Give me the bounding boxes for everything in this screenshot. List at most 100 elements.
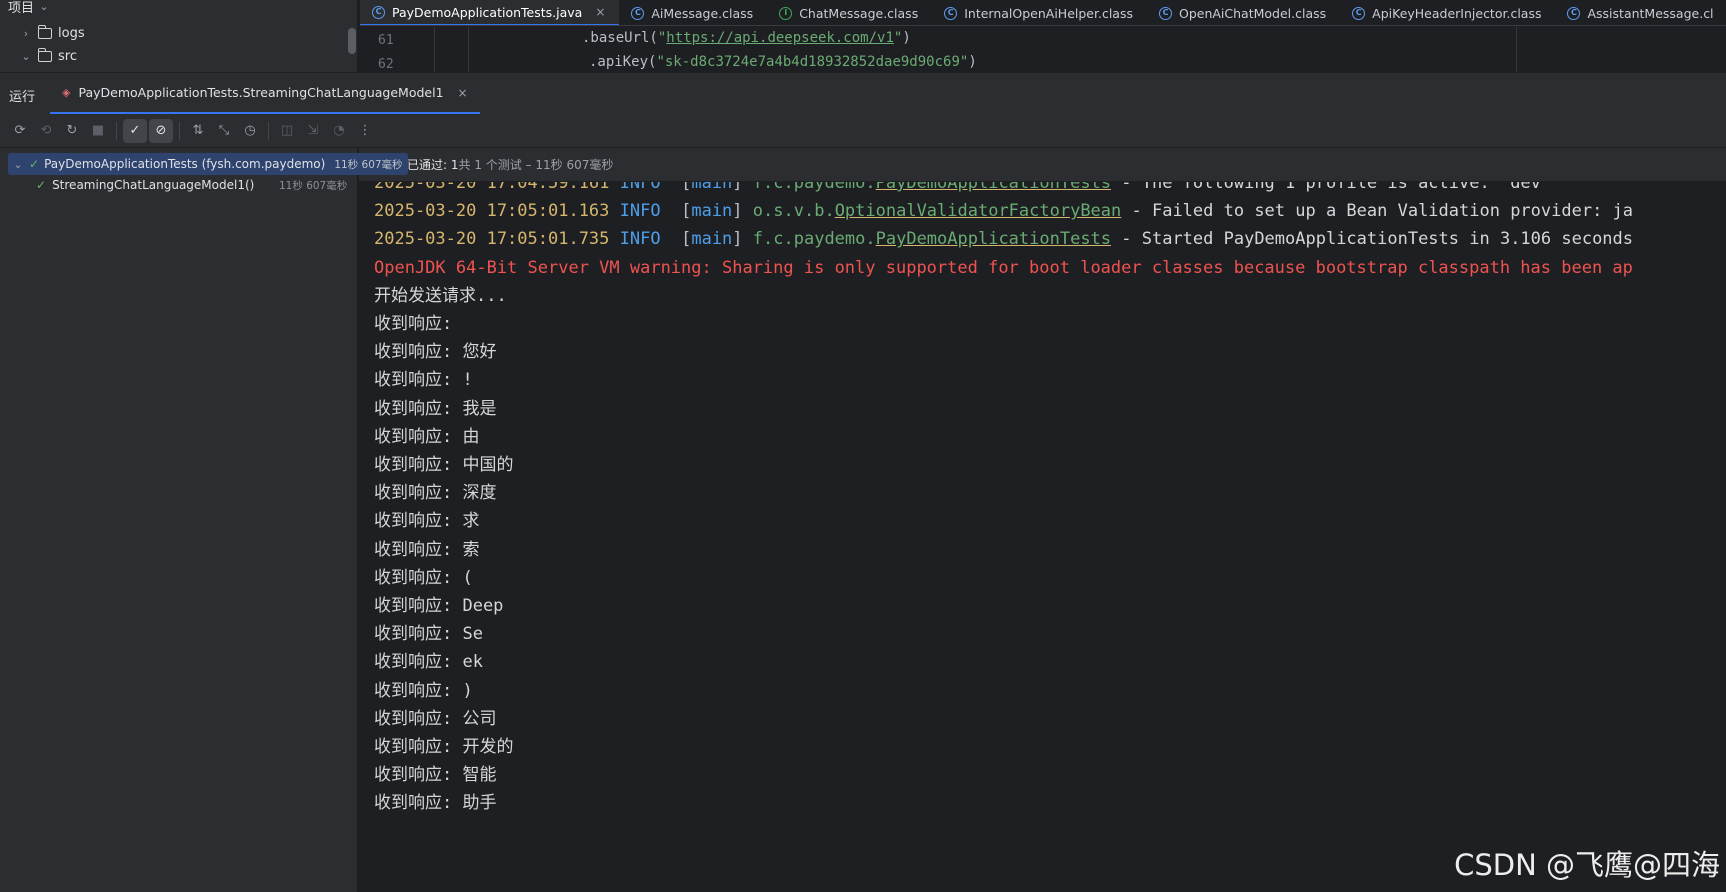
output-line: 收到响应: 您好 xyxy=(374,342,497,363)
log-level: INFO xyxy=(619,182,661,193)
more-icon[interactable]: ⋮ xyxy=(353,119,377,143)
indent-guide xyxy=(434,27,435,72)
close-icon[interactable]: × xyxy=(458,86,468,100)
collapse-icon[interactable]: ⤡ xyxy=(212,119,236,143)
chevron-down-icon: ⌄ xyxy=(39,0,49,13)
tab-paydemoapplicationtests[interactable]: C PayDemoApplicationTests.java × xyxy=(360,0,620,25)
folder-icon xyxy=(38,24,52,39)
tab-label: OpenAiChatModel.class xyxy=(1179,5,1327,21)
project-title: 项目 xyxy=(8,1,35,16)
run-window-title: 运行 xyxy=(9,90,36,105)
separator xyxy=(268,121,269,140)
code-editor[interactable]: 61 .baseUrl("https://api.deepseek.com/v1… xyxy=(360,27,1726,72)
log-class[interactable]: PayDemoApplicationTests xyxy=(876,229,1111,249)
log-level: INFO xyxy=(619,229,661,250)
code-token: .baseUrl( xyxy=(582,30,658,46)
project-panel: 项目 ⌄ › logs ⌄ src xyxy=(0,0,358,72)
tab-label: ApiKeyHeaderInjector.class xyxy=(1372,5,1542,21)
chevron-down-icon[interactable]: ⌄ xyxy=(20,50,32,63)
history-icon[interactable]: ◷ xyxy=(238,119,262,143)
close-icon[interactable]: × xyxy=(595,5,605,19)
code-line[interactable]: .baseUrl("https://api.deepseek.com/v1") xyxy=(582,30,911,46)
export-icon[interactable]: ◔ xyxy=(327,119,351,143)
run-tab[interactable]: ◈ PayDemoApplicationTests.StreamingChatL… xyxy=(50,73,480,115)
output-line: 收到响应: 索 xyxy=(374,539,480,560)
separator xyxy=(179,121,180,140)
run-tab-label: PayDemoApplicationTests.StreamingChatLan… xyxy=(78,85,444,100)
project-header[interactable]: 项目 ⌄ xyxy=(8,0,50,16)
log-class[interactable]: OptionalValidatorFactoryBean xyxy=(835,201,1122,221)
class-icon: C xyxy=(1567,6,1581,20)
log-level: INFO xyxy=(619,201,661,222)
show-ignored-icon[interactable]: ⊘ xyxy=(149,118,173,143)
output-line: 收到响应: 求 xyxy=(374,511,480,532)
output-line: 收到响应: Deep xyxy=(374,596,504,616)
output-line: 收到响应: ! xyxy=(374,370,473,391)
chevron-down-icon[interactable]: ⌄ xyxy=(12,158,24,171)
rerun-icon[interactable]: ⟳ xyxy=(8,119,32,143)
tree-item-label: src xyxy=(58,48,77,64)
output-line: 开始发送请求... xyxy=(374,285,507,306)
test-node-root[interactable]: ⌄ ✓ PayDemoApplicationTests (fysh.com.pa… xyxy=(8,153,408,175)
tab-internalopenaihelper[interactable]: C InternalOpenAiHelper.class xyxy=(932,0,1147,25)
scrollbar[interactable] xyxy=(348,28,356,54)
rerun-failed-icon[interactable]: ⟲ xyxy=(34,119,58,143)
bracket: ] xyxy=(732,182,743,193)
show-passed-icon[interactable]: ✓ xyxy=(123,118,147,143)
output-line: 收到响应: 深度 xyxy=(374,483,497,504)
test-tree: ⌄ ✓ PayDemoApplicationTests (fysh.com.pa… xyxy=(0,148,408,892)
watermark: CSDN @飞鹰@四海 xyxy=(1454,848,1720,882)
run-tool-window-header: 运行 ◈ PayDemoApplicationTests.StreamingCh… xyxy=(0,72,1726,115)
tree-item-src[interactable]: ⌄ src xyxy=(20,46,77,66)
tab-label: ChatMessage.class xyxy=(799,5,919,21)
tab-openaichatmodel[interactable]: C OpenAiChatModel.class xyxy=(1147,0,1340,25)
code-token: ) xyxy=(902,30,911,46)
test-node-child[interactable]: ✓ StreamingChatLanguageModel1() 11秒 607毫… xyxy=(36,178,347,192)
tree-item-label: logs xyxy=(58,25,85,41)
log-class[interactable]: PayDemoApplicationTests xyxy=(876,182,1111,193)
code-token: ) xyxy=(968,54,977,70)
interface-icon: I xyxy=(779,6,793,20)
bracket: ] xyxy=(732,201,743,222)
tree-item-logs[interactable]: › logs xyxy=(20,23,85,43)
top-area: 项目 ⌄ › logs ⌄ src C PayDemoApplicationTe… xyxy=(0,0,1726,72)
console-output[interactable]: 2025-03-20 17:04:59.161 INFO [main] f.c.… xyxy=(359,182,1726,892)
bracket: ] xyxy=(732,229,743,250)
log-message: - Started PayDemoApplicationTests in 3.1… xyxy=(1111,229,1634,250)
output-line: 收到响应: ek xyxy=(374,652,483,673)
stop-icon[interactable]: ■ xyxy=(86,119,110,143)
tab-label: PayDemoApplicationTests.java xyxy=(392,4,583,20)
bracket: [ xyxy=(681,201,692,222)
test-summary: 共 1 个测试 – 11秒 607毫秒 xyxy=(458,158,614,172)
tab-aimessage[interactable]: C AiMessage.class xyxy=(619,0,767,25)
chevron-right-icon[interactable]: › xyxy=(20,27,32,40)
tab-assistantmessage[interactable]: C AssistantMessage.cl xyxy=(1555,0,1726,25)
bracket: [ xyxy=(681,182,692,193)
class-icon: C xyxy=(944,6,958,20)
tab-chatmessage[interactable]: I ChatMessage.class xyxy=(767,0,932,25)
log-line: 2025-03-20 17:05:01.735 INFO [main] f.c.… xyxy=(374,224,1633,255)
screenshot-icon[interactable]: ◫ xyxy=(275,119,299,143)
code-line[interactable]: .apiKey("sk-d8c3724e7a4b4d18932852dae9d9… xyxy=(589,54,977,70)
output-line: 收到响应: 公司 xyxy=(374,708,497,729)
log-line: 2025-03-20 17:05:01.163 INFO [main] o.s.… xyxy=(374,196,1633,227)
import-icon[interactable]: ⇲ xyxy=(301,119,325,143)
code-url[interactable]: https://api.deepseek.com/v1 xyxy=(666,30,894,46)
toggle-autotest-icon[interactable]: ↻ xyxy=(60,119,84,143)
sort-icon[interactable]: ⇅ xyxy=(186,119,210,143)
tab-apikeyheaderinjector[interactable]: C ApiKeyHeaderInjector.class xyxy=(1340,0,1555,25)
pass-check-icon: ✓ xyxy=(29,157,40,171)
class-icon: C xyxy=(372,5,385,19)
code-string: "sk-d8c3724e7a4b4d18932852dae9d90c69" xyxy=(656,54,969,70)
log-timestamp: 2025-03-20 17:05:01.163 xyxy=(374,201,610,222)
output-line: 收到响应: ( xyxy=(374,567,473,588)
